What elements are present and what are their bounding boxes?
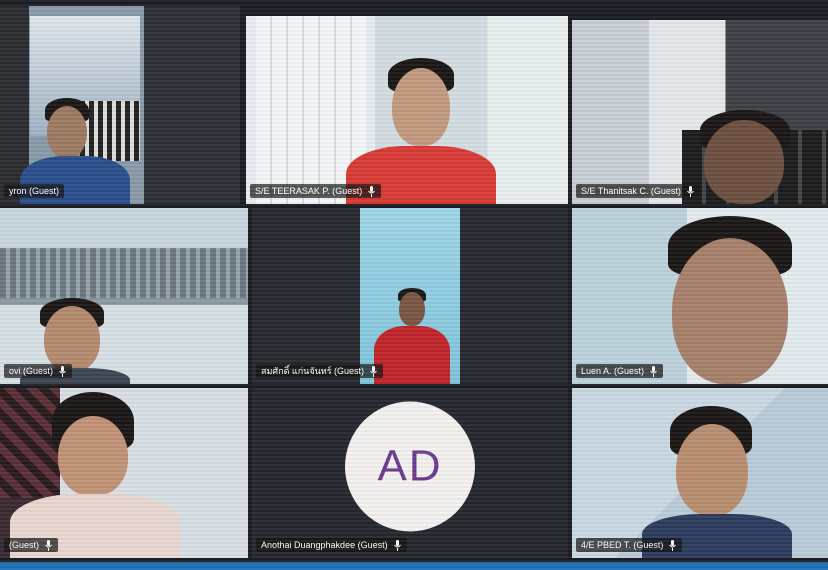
participant-name-tag: สมศักดิ์ แก่นจันทร์ (Guest) <box>256 364 384 378</box>
participant-name-tag: yron (Guest) <box>4 184 65 198</box>
participant-video <box>0 388 248 558</box>
participant-video <box>572 20 828 204</box>
participant-name: ovi (Guest) <box>9 366 54 376</box>
participant-name: (Guest) <box>9 540 40 550</box>
participant-head <box>399 292 425 326</box>
participant-name-tag: 4/E PBED T. (Guest) <box>576 538 683 552</box>
participant-head <box>47 106 87 158</box>
taskbar <box>0 562 828 570</box>
participant-video <box>0 6 240 204</box>
patterned-curtain <box>0 388 60 498</box>
mic-icon <box>44 539 53 551</box>
participant-name: สมศักดิ์ แก่นจันทร์ (Guest) <box>261 366 365 376</box>
mic-icon <box>686 185 695 197</box>
avatar-initials: AD <box>377 441 443 491</box>
participant-tile[interactable]: Luen A. (Guest) <box>572 208 828 384</box>
participant-tile[interactable]: ovi (Guest) <box>0 208 248 384</box>
participant-name: Anothai Duangphakdee (Guest) <box>261 540 388 550</box>
participant-video <box>572 388 828 558</box>
participant-tile[interactable]: สมศักดิ์ แก่นจันทร์ (Guest) <box>252 208 568 384</box>
participant-name-tag: ovi (Guest) <box>4 364 73 378</box>
participant-video <box>0 208 248 384</box>
ceiling-panel <box>0 248 248 298</box>
participant-tile[interactable]: (Guest) <box>0 388 248 558</box>
participant-video <box>572 208 828 384</box>
participant-name: S/E TEERASAK P. (Guest) <box>255 186 363 196</box>
participant-head <box>704 120 784 204</box>
participant-name: 4/E PBED T. (Guest) <box>581 540 664 550</box>
participant-head <box>58 416 128 496</box>
participant-head <box>44 306 100 372</box>
participant-video <box>246 16 568 204</box>
gallery-grid: yron (Guest) S/E TEERASAK P. (Guest) S/E… <box>0 0 828 570</box>
participant-tile[interactable]: S/E TEERASAK P. (Guest) <box>246 16 568 204</box>
mic-icon <box>369 365 378 377</box>
bookshelf <box>80 101 140 161</box>
participant-name-tag: Luen A. (Guest) <box>576 364 664 378</box>
mic-icon <box>393 539 402 551</box>
mic-icon <box>668 539 677 551</box>
mic-icon <box>367 185 376 197</box>
participant-head <box>392 68 450 146</box>
mic-icon <box>649 365 658 377</box>
participant-name-tag: S/E TEERASAK P. (Guest) <box>250 184 382 198</box>
mic-icon <box>58 365 67 377</box>
participant-name: yron (Guest) <box>9 186 60 196</box>
participant-video <box>360 208 460 384</box>
participant-name-tag: Anothai Duangphakdee (Guest) <box>256 538 407 552</box>
participant-head <box>676 424 748 516</box>
participant-tile[interactable]: S/E Thanitsak C. (Guest) <box>572 20 828 204</box>
participant-tile[interactable]: 4/E PBED T. (Guest) <box>572 388 828 558</box>
participant-name-tag: (Guest) <box>4 538 59 552</box>
participant-name-tag: S/E Thanitsak C. (Guest) <box>576 184 700 198</box>
participant-head <box>672 238 788 384</box>
participant-name: Luen A. (Guest) <box>581 366 645 376</box>
avatar: AD <box>345 401 475 532</box>
participant-name: S/E Thanitsak C. (Guest) <box>581 186 681 196</box>
participant-torso <box>374 326 450 384</box>
participant-tile[interactable]: AD Anothai Duangphakdee (Guest) <box>252 388 568 558</box>
participant-tile[interactable]: yron (Guest) <box>0 6 240 204</box>
